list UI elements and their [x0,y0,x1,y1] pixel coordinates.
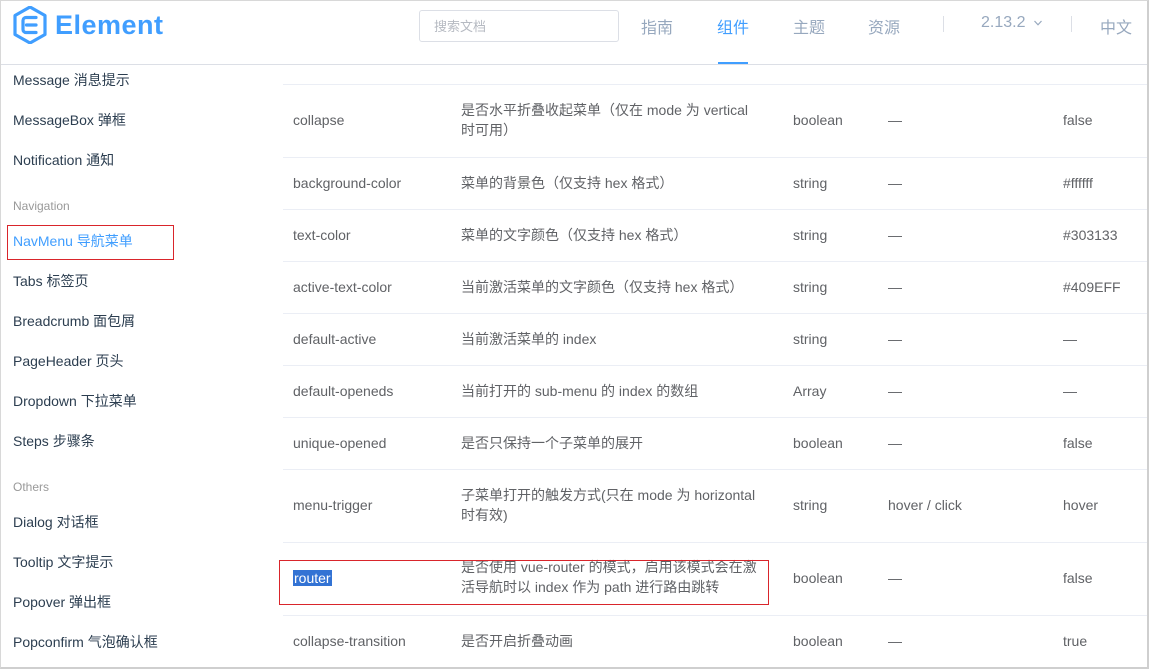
sidebar-group-navigation: Navigation [13,199,70,213]
table-row: background-color 菜单的背景色（仅支持 hex 格式） stri… [283,158,1147,210]
nav-component[interactable]: 组件 [717,14,749,38]
attr-default: #409EFF [1063,279,1121,295]
nav-divider [943,16,944,32]
search-input[interactable] [419,10,619,42]
attr-desc: 是否只保持一个子菜单的展开 [461,435,643,451]
language-switch[interactable]: 中文 [1100,14,1132,38]
attr-desc: 菜单的背景色（仅支持 hex 格式） [461,175,674,191]
attr-desc: 当前激活菜单的 index [461,331,597,347]
attr-type: string [793,175,828,191]
attr-options: — [888,570,902,586]
sidebar-group-others: Others [13,480,50,494]
table-row: collapse-transition 是否开启折叠动画 boolean — t… [283,616,1147,667]
attr-default: false [1063,435,1093,451]
attr-type: string [793,279,828,295]
element-logo-icon [13,6,47,44]
sidebar-item-message[interactable]: Message 消息提示 [13,70,130,90]
sidebar-item-popconfirm[interactable]: Popconfirm 气泡确认框 [13,632,158,652]
attr-desc: 菜单的文字颜色（仅支持 hex 格式） [461,227,688,243]
attr-desc: 当前激活菜单的文字颜色（仅支持 hex 格式） [461,279,744,295]
attr-name: active-text-color [293,279,392,295]
nav-divider [1071,16,1072,32]
attr-desc: 是否开启折叠动画 [461,633,573,649]
table-row: collapse 是否水平折叠收起菜单（仅在 mode 为 vertical 时… [283,85,1147,158]
attr-type: boolean [793,570,843,586]
attr-options: — [888,383,902,399]
sidebar-item-breadcrumb[interactable]: Breadcrumb 面包屑 [13,311,135,331]
nav-guide[interactable]: 指南 [641,14,673,38]
table-row: menu-trigger 子菜单打开的触发方式(只在 mode 为 horizo… [283,470,1147,543]
attr-default: #ffffff [1063,175,1093,191]
attr-type: string [793,497,828,513]
version-label: 2.13.2 [981,14,1026,31]
attr-type: string [793,227,828,243]
sidebar-item-messagebox[interactable]: MessageBox 弹框 [13,110,126,130]
table-row: unique-opened 是否只保持一个子菜单的展开 boolean — fa… [283,418,1147,470]
logo[interactable]: Element [13,5,164,45]
sidebar-item-popover[interactable]: Popover 弹出框 [13,592,111,612]
attr-type: Array [793,383,827,399]
attr-type: boolean [793,435,843,451]
sidebar-item-tabs[interactable]: Tabs 标签页 [13,271,88,291]
attr-options: — [888,633,902,649]
attr-type: string [793,331,828,347]
attr-type: boolean [793,633,843,649]
attr-options: hover / click [888,497,962,513]
sidebar: Message 消息提示 MessageBox 弹框 Notification … [1,65,271,667]
attr-options: — [888,227,902,243]
attr-default: — [1063,331,1077,347]
table-row: text-color 菜单的文字颜色（仅支持 hex 格式） string — … [283,210,1147,262]
attr-default: hover [1063,497,1099,513]
nav-active-underline [718,62,748,64]
annotation-highlight-box [7,225,174,260]
attr-options: — [888,279,902,295]
table-row: default-active 当前激活菜单的 index string — — [283,314,1147,366]
attr-name: text-color [293,227,351,243]
attr-desc: 子菜单打开的触发方式(只在 mode 为 horizontal 时有效) [461,487,756,523]
sidebar-item-dialog[interactable]: Dialog 对话框 [13,512,99,532]
chevron-down-icon [1034,20,1043,26]
attr-desc: 当前打开的 sub-menu 的 index 的数组 [461,383,699,399]
table-row: default-openeds 当前打开的 sub-menu 的 index 的… [283,366,1147,418]
attr-name: default-active [293,331,377,347]
attr-default: #303133 [1063,227,1118,243]
nav-resource[interactable]: 资源 [868,14,900,38]
annotation-highlight-box [279,560,769,605]
attr-type: boolean [793,112,843,128]
attr-name: collapse [293,112,345,128]
attr-options: — [888,331,902,347]
attr-name: default-openeds [293,383,394,399]
attr-name: menu-trigger [293,497,373,513]
top-header: Element 指南 组件 主题 资源 2.13.2 中文 [1,1,1147,65]
attr-default: false [1063,570,1093,586]
sidebar-item-pageheader[interactable]: PageHeader 页头 [13,351,124,371]
attr-options: — [888,435,902,451]
sidebar-item-dropdown[interactable]: Dropdown 下拉菜单 [13,391,137,411]
page-frame: Element 指南 组件 主题 资源 2.13.2 中文 Message 消息… [0,0,1149,669]
attr-desc: 是否水平折叠收起菜单（仅在 mode 为 vertical 时可用） [461,102,749,138]
attr-name: unique-opened [293,435,387,451]
attr-default: — [1063,383,1077,399]
attr-name: collapse-transition [293,633,406,649]
version-dropdown[interactable]: 2.13.2 [981,14,1043,32]
sidebar-item-steps[interactable]: Steps 步骤条 [13,431,95,451]
sidebar-item-tooltip[interactable]: Tooltip 文字提示 [13,552,113,572]
sidebar-item-notification[interactable]: Notification 通知 [13,150,114,170]
attr-default: true [1063,633,1088,649]
nav-theme[interactable]: 主题 [793,14,825,38]
logo-text: Element [55,9,164,40]
attr-name: background-color [293,175,402,191]
attr-options: — [888,112,902,128]
attr-default: false [1063,112,1093,128]
attr-options: — [888,175,902,191]
table-row: active-text-color 当前激活菜单的文字颜色（仅支持 hex 格式… [283,262,1147,314]
